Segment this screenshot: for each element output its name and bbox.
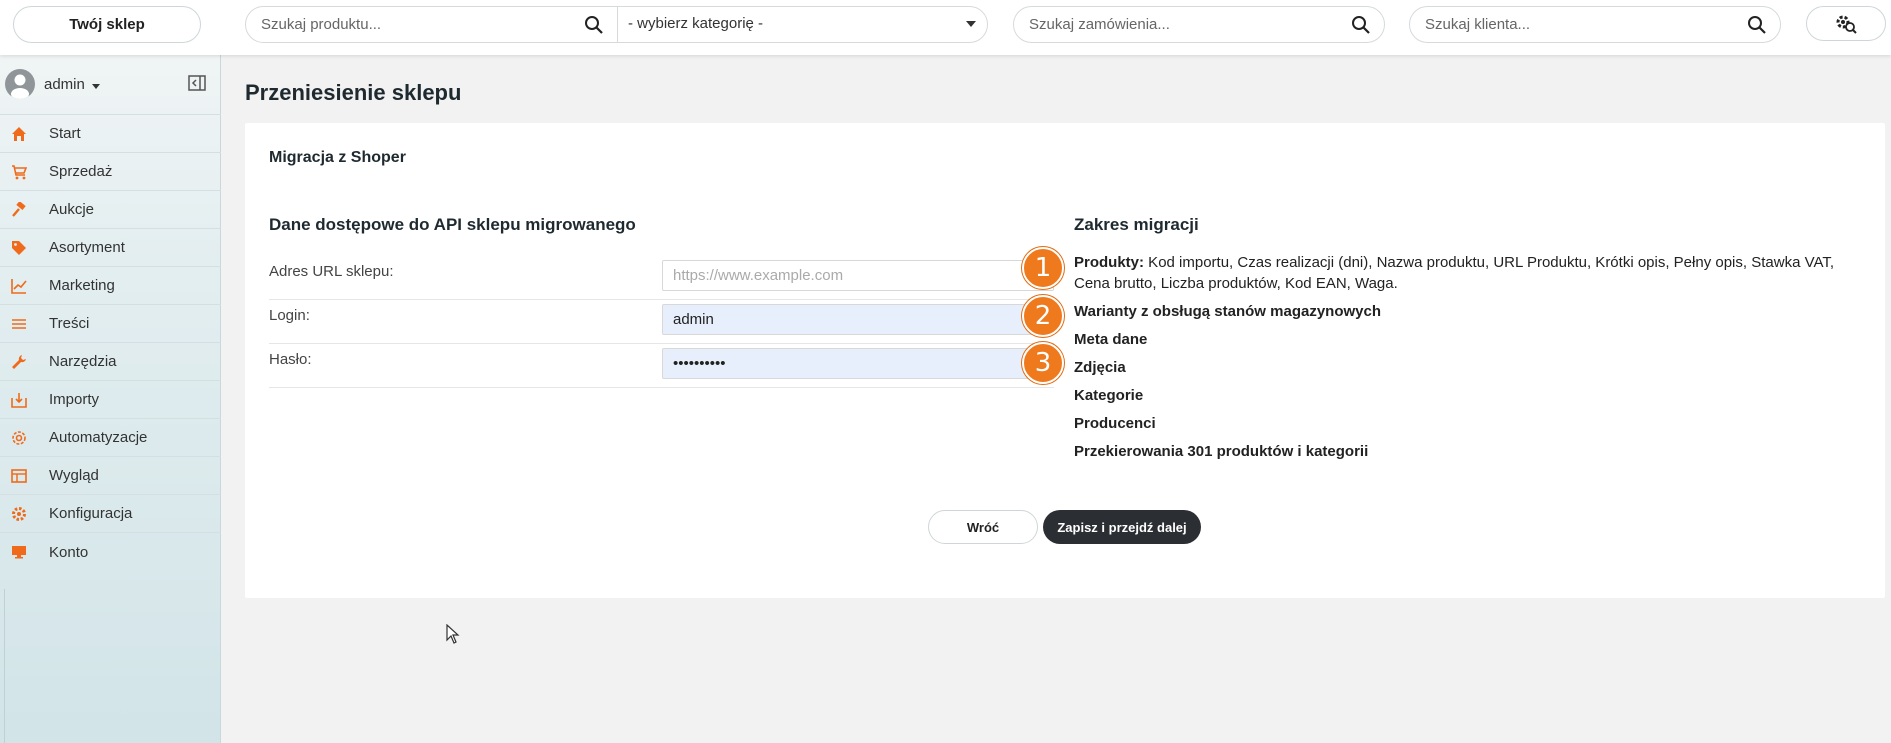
settings-search-icon bbox=[1836, 15, 1857, 34]
scope-item-products: Produkty: Kod importu, Czas realizacji (… bbox=[1074, 252, 1864, 294]
back-button[interactable]: Wróć bbox=[928, 510, 1038, 544]
sidebar-item-label: Wygląd bbox=[49, 467, 99, 484]
sidebar-item-label: Automatyzacje bbox=[49, 429, 148, 446]
sidebar-item-label: Aukcje bbox=[49, 201, 95, 218]
scope-item-categories: Kategorie bbox=[1074, 385, 1864, 406]
divider bbox=[4, 589, 5, 743]
gear-icon bbox=[12, 507, 26, 521]
scope-products-text: Kod importu, Czas realizacji (dni), Nazw… bbox=[1074, 254, 1835, 292]
client-search-input[interactable]: Szukaj klienta... bbox=[1425, 16, 1530, 33]
scope-item-variants: Warianty z obsługą stanów magazynowych bbox=[1074, 301, 1864, 322]
scope-item-redirects: Przekierowania 301 produktów i kategorii bbox=[1074, 441, 1864, 462]
sidebar-item-label: Narzędzia bbox=[49, 353, 117, 370]
scope-list: Produkty: Kod importu, Czas realizacji (… bbox=[1074, 252, 1864, 469]
api-section-title: Dane dostępowe do API sklepu migrowanego bbox=[269, 215, 636, 234]
category-select-value: - wybierz kategorię - bbox=[628, 15, 764, 32]
sidebar-item-label: Sprzedaż bbox=[49, 163, 113, 180]
tag-icon bbox=[12, 241, 26, 255]
hammer-icon bbox=[12, 202, 26, 217]
home-icon bbox=[12, 127, 26, 141]
sidebar-item-sprzedaz[interactable]: Sprzedaż bbox=[0, 153, 221, 191]
sidebar-item-narzedzia[interactable]: Narzędzia bbox=[0, 343, 221, 381]
password-label: Hasło: bbox=[269, 351, 312, 368]
step-badge-2: 2 bbox=[1022, 295, 1064, 337]
step-badge-1: 1 bbox=[1022, 247, 1064, 289]
sidebar-item-start[interactable]: Start bbox=[0, 115, 221, 153]
scope-photos-label: Zdjęcia bbox=[1074, 359, 1126, 376]
avatar bbox=[5, 69, 35, 99]
url-field[interactable] bbox=[662, 260, 1054, 291]
step-badge-3: 3 bbox=[1022, 342, 1064, 384]
caret-down-icon bbox=[92, 84, 100, 89]
login-label: Login: bbox=[269, 307, 310, 324]
sidebar-item-asortyment[interactable]: Asortyment bbox=[0, 229, 221, 267]
sidebar-item-aukcje[interactable]: Aukcje bbox=[0, 191, 221, 229]
user-menu[interactable]: admin bbox=[0, 55, 221, 115]
save-next-button[interactable]: Zapisz i przejdź dalej bbox=[1043, 510, 1201, 544]
url-row: Adres URL sklepu: bbox=[269, 256, 1054, 300]
scope-categories-label: Kategorie bbox=[1074, 387, 1144, 404]
collapse-sidebar-icon[interactable] bbox=[188, 75, 206, 91]
scope-variants-label: Warianty z obsługą stanów magazynowych bbox=[1074, 303, 1382, 320]
monitor-icon bbox=[12, 546, 26, 559]
sidebar-item-konto[interactable]: Konto bbox=[0, 533, 221, 571]
card-title: Migracja z Shoper bbox=[269, 149, 406, 166]
category-select[interactable]: - wybierz kategorię - bbox=[617, 6, 988, 43]
scope-item-meta: Meta dane bbox=[1074, 329, 1864, 350]
top-bar: Twój sklep Szukaj produktu... - wybierz … bbox=[0, 0, 1891, 55]
sidebar-item-marketing[interactable]: Marketing bbox=[0, 267, 221, 305]
scope-meta-label: Meta dane bbox=[1074, 331, 1148, 348]
import-icon bbox=[11, 393, 27, 408]
sidebar-item-konfiguracja[interactable]: Konfiguracja bbox=[0, 495, 221, 533]
sidebar-item-label: Konfiguracja bbox=[49, 505, 133, 522]
scope-producers-label: Producenci bbox=[1074, 415, 1156, 432]
scope-redirects-label: Przekierowania 301 produktów i kategorii bbox=[1074, 443, 1369, 460]
user-name: admin bbox=[44, 76, 85, 93]
search-icon[interactable] bbox=[1747, 15, 1767, 35]
scope-products-label: Produkty: bbox=[1074, 254, 1145, 271]
sidebar-item-automatyzacje[interactable]: Automatyzacje bbox=[0, 419, 221, 457]
sidebar-item-label: Asortyment bbox=[49, 239, 125, 256]
sidebar-item-importy[interactable]: Importy bbox=[0, 381, 221, 419]
login-field[interactable] bbox=[662, 304, 1054, 335]
order-search-group: Szukaj zamówienia... bbox=[1013, 6, 1385, 43]
sidebar-item-wyglad[interactable]: Wygląd bbox=[0, 457, 221, 495]
page-title: Przeniesienie sklepu bbox=[245, 80, 462, 105]
order-search-input[interactable]: Szukaj zamówienia... bbox=[1029, 16, 1170, 33]
scope-item-producers: Producenci bbox=[1074, 413, 1864, 434]
scope-title: Zakres migracji bbox=[1074, 215, 1199, 234]
sidebar-item-label: Importy bbox=[49, 391, 100, 408]
wrench-icon bbox=[12, 355, 26, 369]
sidebar-item-label: Treści bbox=[49, 315, 90, 332]
sidebar-item-tresci[interactable]: Treści bbox=[0, 305, 221, 343]
lines-icon bbox=[12, 319, 26, 329]
sidebar: admin Start Sprzedaż Aukcje Asortyment M… bbox=[0, 55, 221, 743]
password-field[interactable] bbox=[662, 348, 1054, 379]
settings-search-button[interactable] bbox=[1806, 6, 1886, 41]
mouse-cursor-icon bbox=[446, 624, 460, 644]
sidebar-item-label: Konto bbox=[49, 543, 89, 561]
search-icon[interactable] bbox=[584, 15, 604, 35]
chart-icon bbox=[11, 279, 27, 294]
product-search-input[interactable]: Szukaj produktu... bbox=[261, 16, 381, 33]
scope-item-photos: Zdjęcia bbox=[1074, 357, 1864, 378]
client-search-group: Szukaj klienta... bbox=[1409, 6, 1781, 43]
cart-icon bbox=[12, 165, 27, 180]
sidebar-item-label: Start bbox=[49, 125, 81, 142]
migration-card: Migracja z Shoper Dane dostępowe do API … bbox=[245, 123, 1885, 598]
password-row: Hasło: bbox=[269, 344, 1054, 388]
url-label: Adres URL sklepu: bbox=[269, 263, 394, 280]
layout-icon bbox=[11, 469, 27, 483]
chevron-down-icon bbox=[966, 21, 976, 27]
sidebar-item-label: Marketing bbox=[49, 277, 115, 294]
shop-button[interactable]: Twój sklep bbox=[13, 6, 201, 43]
search-icon[interactable] bbox=[1351, 15, 1371, 35]
login-row: Login: bbox=[269, 300, 1054, 344]
automation-icon bbox=[12, 431, 26, 445]
